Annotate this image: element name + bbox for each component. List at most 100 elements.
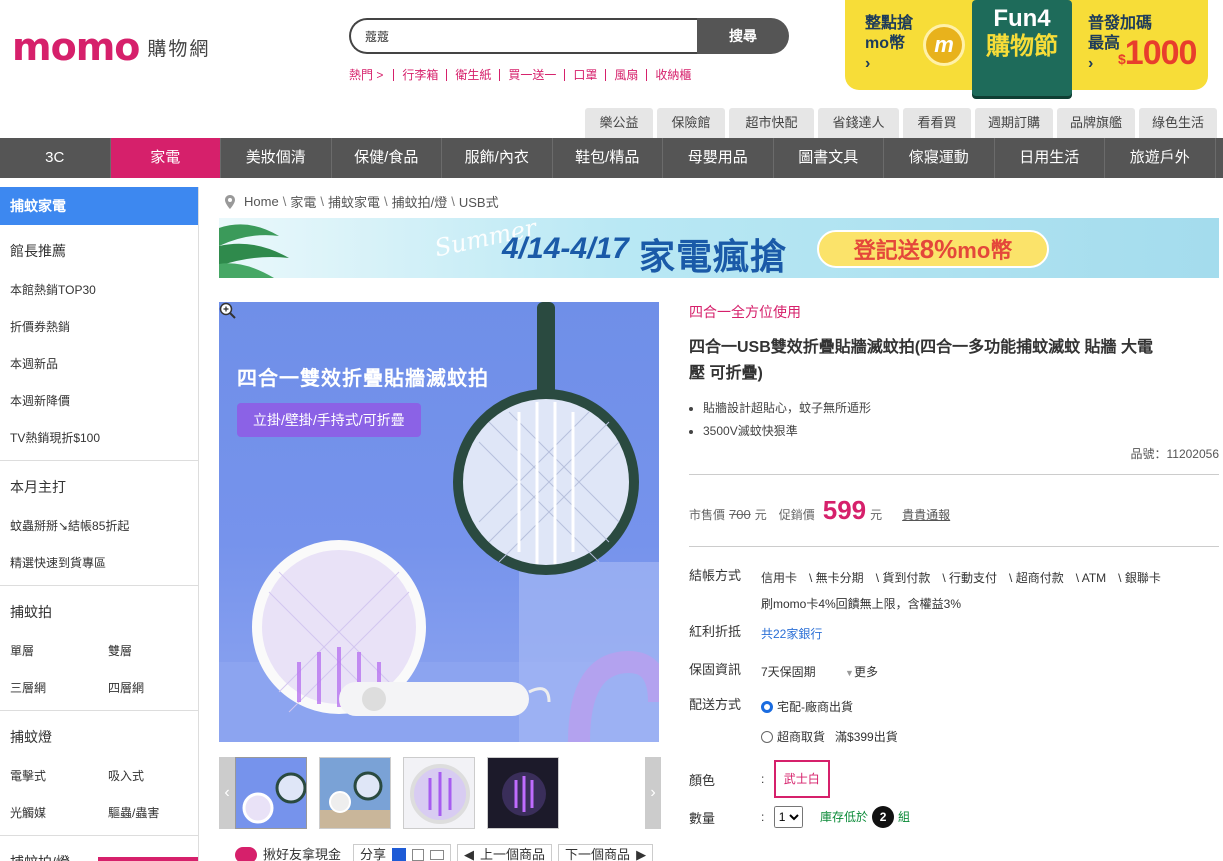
payment-method[interactable]: \ ATM <box>1076 565 1106 591</box>
price-line: 市售價 700 元 促銷價 599 元 貴貴通報 <box>689 495 1219 526</box>
shipping-option-home[interactable]: 宅配-廠商出貨 <box>761 694 1219 720</box>
bonus-banks-link[interactable]: 共22家銀行 <box>761 621 1219 647</box>
zoom-in-icon[interactable] <box>219 302 237 320</box>
hot-keyword[interactable]: 風扇 <box>605 68 646 81</box>
invite-icon <box>235 847 257 861</box>
pill-suffix: mo幣 <box>957 238 1013 263</box>
sidebar-item[interactable]: 雙層 <box>98 632 196 669</box>
category-daily[interactable]: 日用生活 <box>995 138 1105 178</box>
sidebar-item[interactable]: 蚊蟲掰掰↘結帳85折起 <box>0 507 198 544</box>
category-baby[interactable]: 母嬰用品 <box>663 138 774 178</box>
payment-method[interactable]: \ 銀聯卡 <box>1118 565 1161 591</box>
sidebar-item[interactable]: 本週新降價 <box>0 382 198 419</box>
category-appliances[interactable]: 家電 <box>110 138 221 178</box>
sidebar-group-title[interactable]: 館長推薦 <box>0 231 198 271</box>
breadcrumb-item[interactable]: 捕蚊拍/燈 <box>392 192 448 211</box>
sidebar-item[interactable]: 單層 <box>0 632 98 669</box>
sidebar-item[interactable]: 本館熱銷TOP30 <box>0 271 198 308</box>
print-icon[interactable] <box>412 849 425 861</box>
shipping-option-note: 滿$399出貨 <box>835 730 898 744</box>
chevron-left-icon[interactable]: ‹ <box>219 757 235 829</box>
sidebar-item[interactable]: 電擊式 <box>0 757 98 794</box>
color-option[interactable]: 武士白 <box>773 760 830 798</box>
hot-keyword[interactable]: 口罩 <box>564 68 605 81</box>
payment-method[interactable]: \ 行動支付 <box>942 565 997 591</box>
payment-method[interactable]: \ 超商付款 <box>1009 565 1064 591</box>
breadcrumb-item[interactable]: USB式 <box>459 192 499 211</box>
subtab[interactable]: 超市快配 <box>729 108 814 138</box>
sale-price: 599 <box>822 495 867 525</box>
search-input[interactable] <box>349 18 697 54</box>
warranty-more-toggle[interactable]: ▼更多 <box>845 665 878 679</box>
category-beauty[interactable]: 美妝個清 <box>221 138 332 178</box>
sidebar-item[interactable]: 光觸媒 <box>0 794 98 831</box>
hot-keyword[interactable]: 收納櫃 <box>646 68 699 81</box>
hot-keyword[interactable]: 買一送一 <box>499 68 564 81</box>
payment-method[interactable]: \ 無卡分期 <box>809 565 864 591</box>
breadcrumb-item[interactable]: 家電 <box>290 192 316 211</box>
quantity-select[interactable]: 1 <box>773 806 803 828</box>
breadcrumb-item[interactable]: Home <box>244 194 279 209</box>
sidebar-group-title[interactable]: 捕蚊拍 <box>0 592 198 632</box>
subtab[interactable]: 看看買 <box>903 108 971 138</box>
sidebar-item[interactable]: 折價券熱銷 <box>0 308 198 345</box>
category-apparel[interactable]: 服飾/內衣 <box>442 138 553 178</box>
search-button[interactable]: 搜尋 <box>697 18 789 54</box>
sidebar-item[interactable]: 本週新品 <box>0 345 198 382</box>
feature-item: 貼牆設計超貼心，蚊子無所遁形 <box>703 397 1219 420</box>
warranty-label: 保固資訊 <box>689 662 742 677</box>
thumbnail[interactable] <box>487 757 559 829</box>
prev-product-button[interactable]: ◀ 上一個商品 <box>457 844 553 861</box>
promo-amount: $1000 <box>1118 34 1197 73</box>
next-product-button[interactable]: 下一個商品 ▶ <box>558 844 654 861</box>
payment-method[interactable]: 信用卡 <box>761 565 797 591</box>
sidebar-item[interactable]: 四層網 <box>98 669 196 706</box>
momo-logo[interactable]: momo 購物網 <box>12 28 210 66</box>
sidebar-item[interactable]: 三層網 <box>0 669 98 706</box>
shipping-option-store[interactable]: 超商取貨 滿$399出貨 <box>761 724 1219 750</box>
payment-method[interactable]: \ 貨到付款 <box>876 565 931 591</box>
subtab[interactable]: 保險館 <box>657 108 725 138</box>
banner-pill: 登記送8%mo幣 <box>817 230 1049 268</box>
subtab[interactable]: 品牌旗艦 <box>1057 108 1135 138</box>
sale-price-label: 促銷價 <box>778 508 815 522</box>
hot-keyword[interactable]: 衛生紙 <box>446 68 499 81</box>
hot-keyword[interactable]: 行李箱 <box>393 68 446 81</box>
sidebar-group-title[interactable]: 本月主打 <box>0 467 198 507</box>
sidebar-item[interactable]: 精選快速到貨專區 <box>0 544 198 581</box>
currency: 元 <box>870 508 883 522</box>
price-notify-link[interactable]: 貴貴通報 <box>902 506 950 523</box>
breadcrumb-item[interactable]: 捕蚊家電 <box>328 192 380 211</box>
subtab[interactable]: 樂公益 <box>585 108 653 138</box>
subtab[interactable]: 週期訂購 <box>975 108 1053 138</box>
sidebar-head[interactable]: 捕蚊家電 <box>0 187 198 225</box>
image-subtitle: 立掛/壁掛/手持式/可折疊 <box>237 403 421 437</box>
sidebar-item[interactable]: TV熱銷現折$100 <box>0 419 198 456</box>
invite-friends[interactable]: 揪好友拿現金 <box>229 844 347 861</box>
category-shoes-bags[interactable]: 鞋包/精品 <box>553 138 663 178</box>
banner-dates: 4/14-4/17 <box>502 232 629 265</box>
sidebar-item[interactable]: 驅蟲/蟲害 <box>98 794 196 831</box>
sidebar-pink-tab[interactable] <box>98 857 198 861</box>
warranty-row: 保固資訊 7天保固期 ▼更多 <box>689 659 1219 686</box>
mail-icon[interactable] <box>430 850 445 860</box>
shipping-option-label: 超商取貨 <box>777 730 826 744</box>
subtab[interactable]: 省錢達人 <box>818 108 899 138</box>
fun4-promo-banner[interactable]: 整點搶 mo幣 › m Fun4 購物節 普發加碼 最高 › $1000 <box>845 0 1208 96</box>
thumbnail[interactable] <box>235 757 307 829</box>
promo-banner[interactable]: Summer 4/14-4/17 家電瘋搶 登記送8%mo幣 <box>219 218 1219 278</box>
category-health-food[interactable]: 保健/食品 <box>332 138 442 178</box>
facebook-icon[interactable] <box>392 848 407 861</box>
sidebar-group-title[interactable]: 捕蚊燈 <box>0 717 198 757</box>
sidebar-item[interactable]: 吸入式 <box>98 757 196 794</box>
subtab[interactable]: 綠色生活 <box>1139 108 1217 138</box>
category-3c[interactable]: 3C <box>0 138 111 178</box>
category-home-sports[interactable]: 傢寢運動 <box>884 138 995 178</box>
hot-label[interactable]: 熱門 > <box>349 66 383 83</box>
category-travel[interactable]: 旅遊戶外 <box>1105 138 1216 178</box>
category-books[interactable]: 圖書文具 <box>774 138 884 178</box>
chevron-right-icon[interactable]: › <box>645 757 661 829</box>
thumbnail[interactable] <box>319 757 391 829</box>
product-main-image[interactable]: 四合一雙效折疊貼牆滅蚊拍 立掛/壁掛/手持式/可折疊 <box>219 302 659 742</box>
thumbnail[interactable] <box>403 757 475 829</box>
